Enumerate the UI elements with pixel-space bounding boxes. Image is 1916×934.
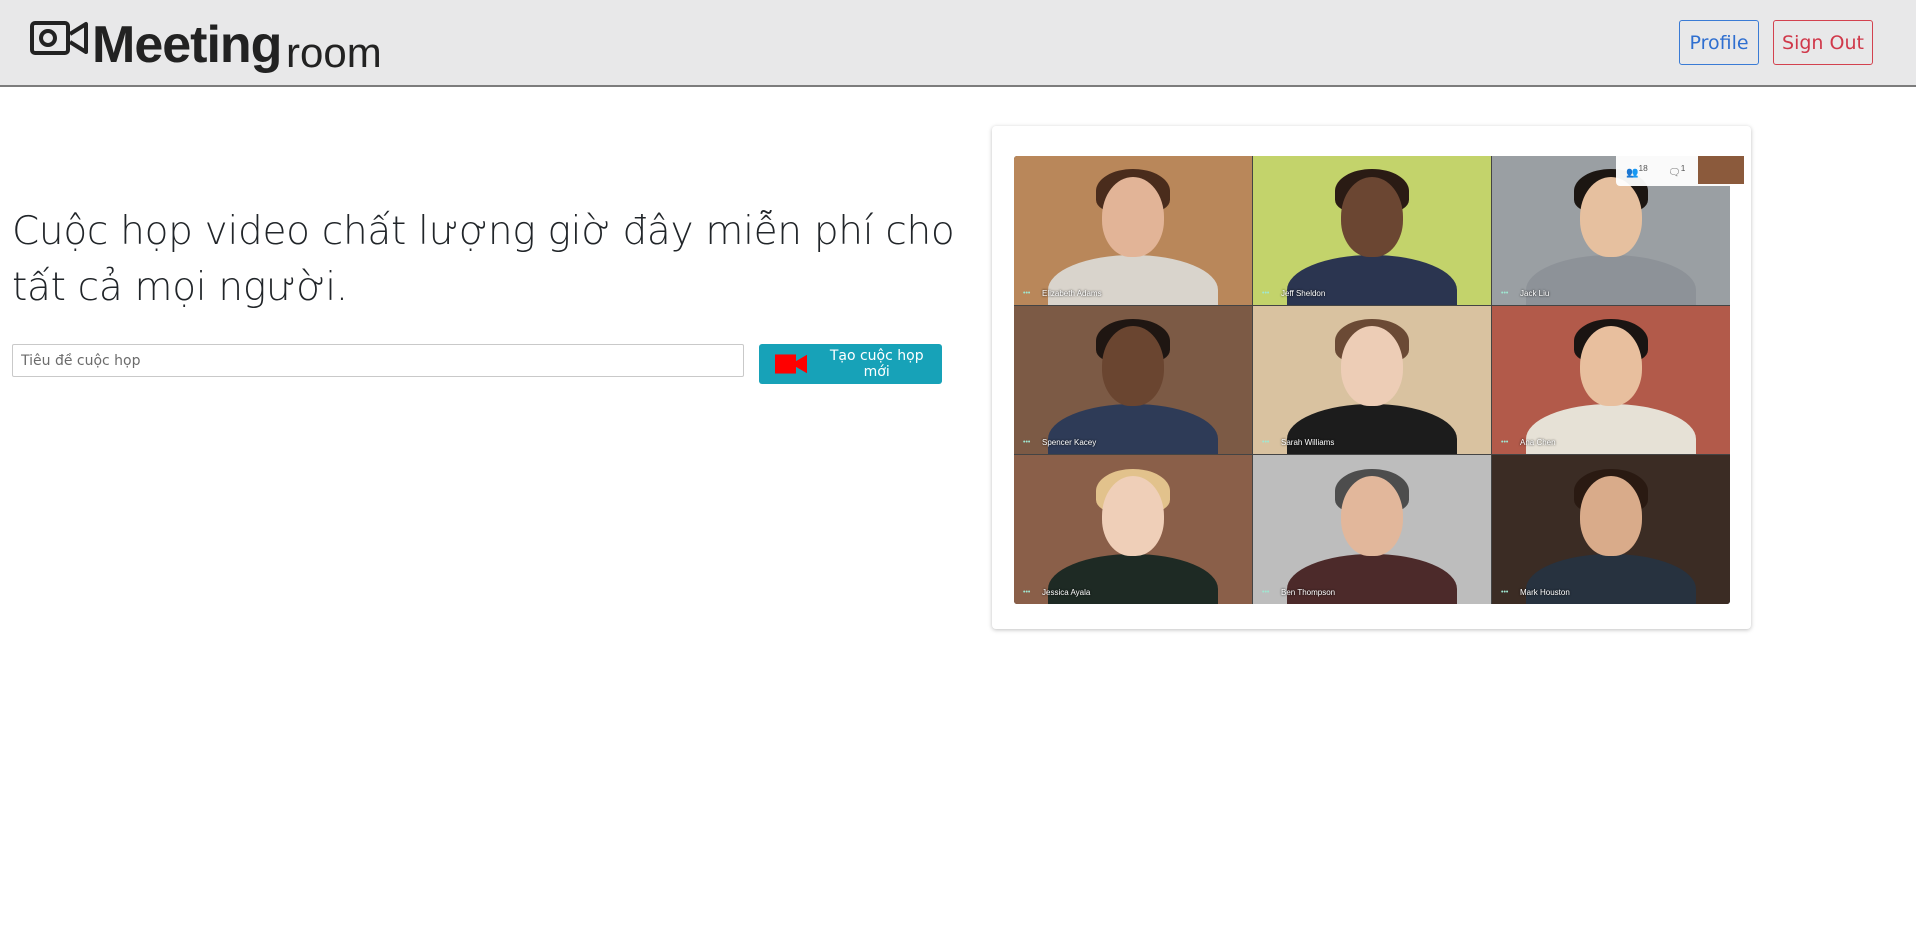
participants-count: 18 (1638, 163, 1648, 173)
sign-out-button[interactable]: Sign Out (1773, 20, 1873, 65)
participant-face (1102, 326, 1164, 407)
mic-indicator-icon: ••• (1023, 589, 1031, 596)
participant-face (1341, 326, 1403, 407)
mic-indicator-icon: ••• (1262, 289, 1270, 297)
meeting-toolbar-overlay: 👥18 🗨1 (1616, 156, 1744, 186)
chat-icon: 🗨1 (1668, 163, 1686, 179)
navbar: Meeting room Profile Sign Out (0, 0, 1916, 87)
participant-name: Jack Liu (1520, 288, 1550, 298)
video-grid: ••• Elizabeth Adams ••• Jeff Sheldon ••• Jack… (1014, 156, 1730, 604)
mic-indicator-icon: ••• (1262, 439, 1270, 447)
participant-tile: ••• Ana Chen (1492, 305, 1730, 455)
participant-name: Mark Houston (1520, 588, 1570, 597)
participant-name: Ana Chen (1520, 438, 1556, 448)
participant-face (1580, 326, 1642, 407)
participant-face (1580, 476, 1642, 557)
participant-body (1526, 254, 1696, 305)
participant-face (1102, 476, 1164, 557)
hero-title: Cuộc họp video chất lượng giờ đây miễn p… (12, 209, 955, 310)
participant-name: Elizabeth Adams (1042, 288, 1102, 298)
brand-name-light: room (286, 29, 382, 76)
participant-tile: ••• Elizabeth Adams (1014, 156, 1252, 305)
self-view-thumbnail (1698, 156, 1744, 184)
mic-indicator-icon: ••• (1023, 439, 1031, 447)
mic-indicator-icon: ••• (1262, 589, 1270, 596)
participant-name: Spencer Kacey (1042, 438, 1097, 448)
preview-card: ••• Elizabeth Adams ••• Jeff Sheldon ••• Jack… (992, 126, 1751, 629)
participant-name: Jessica Ayala (1042, 588, 1091, 597)
participants-icon: 👥18 (1626, 163, 1648, 179)
participant-tile: ••• Spencer Kacey (1014, 305, 1252, 455)
participant-name: Ben Thompson (1281, 588, 1336, 597)
participant-tile: ••• Mark Houston (1492, 455, 1730, 604)
participant-tile: ••• Ben Thompson (1253, 455, 1491, 604)
meeting-title-input[interactable] (12, 344, 744, 377)
profile-button[interactable]: Profile (1679, 20, 1759, 65)
video-camera-icon (30, 21, 88, 55)
mic-indicator-icon: ••• (1501, 439, 1509, 447)
brand-name-strong: Meeting (92, 16, 282, 74)
participant-name: Sarah Williams (1281, 438, 1335, 448)
create-meeting-button[interactable]: Tạo cuộc họp mới (759, 344, 942, 384)
participant-face (1580, 176, 1642, 257)
chat-count: 1 (1680, 163, 1686, 173)
mic-indicator-icon: ••• (1501, 289, 1509, 297)
participant-name: Jeff Sheldon (1281, 288, 1326, 298)
participant-tile: ••• Sarah Williams (1253, 305, 1491, 455)
participant-face (1341, 476, 1403, 557)
video-camera-icon (775, 354, 808, 374)
mic-indicator-icon: ••• (1023, 289, 1031, 297)
mic-indicator-icon: ••• (1501, 589, 1509, 596)
participant-face (1102, 176, 1164, 257)
participant-face (1341, 176, 1403, 257)
participant-tile: ••• Jeff Sheldon (1253, 156, 1491, 305)
participant-tile: ••• Jessica Ayala (1014, 455, 1252, 604)
create-meeting-label: Tạo cuộc họp mới (829, 348, 924, 380)
